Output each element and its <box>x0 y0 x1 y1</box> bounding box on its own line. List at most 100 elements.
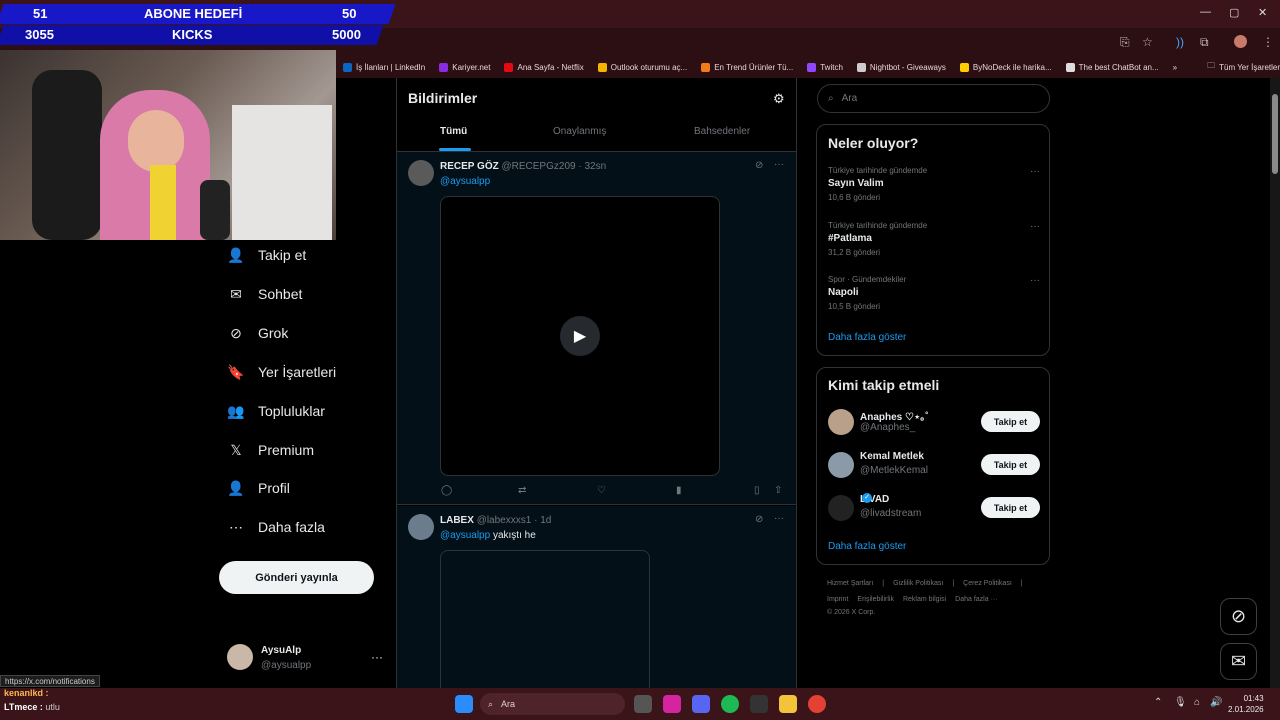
footer-link[interactable]: Gizlilik Politikası <box>893 580 943 587</box>
bookmark-item[interactable]: Twitch <box>800 62 850 72</box>
bookmark-item[interactable]: En Trend Ürünler Tü... <box>694 62 800 72</box>
follow-suggestion[interactable]: Kemal Metlek @MetlekKemal Takip et <box>828 450 1040 480</box>
obs-icon[interactable] <box>750 695 768 713</box>
nav-item[interactable]: 𝕏 Premium <box>228 442 314 459</box>
tray-chevron-icon[interactable]: ⌃ <box>1154 697 1162 708</box>
network-icon[interactable]: ⌂ <box>1194 697 1200 708</box>
reply-icon[interactable]: ◯ <box>441 485 452 496</box>
account-name[interactable]: AysuAlp <box>261 645 301 656</box>
footer-link[interactable]: Hizmet Şartları <box>827 580 873 587</box>
follow-button[interactable]: Takip et <box>981 454 1040 475</box>
footer-link[interactable]: Daha fazla ··· <box>955 596 997 603</box>
suggestion-name[interactable]: Anaphes ♡⋆｡˚ <box>860 408 929 423</box>
follow-button[interactable]: Takip et <box>981 497 1040 518</box>
trends-show-more[interactable]: Daha fazla göster <box>828 332 906 343</box>
tweet-avatar[interactable] <box>408 514 434 540</box>
tweet-author[interactable]: LABEX <box>440 515 474 526</box>
suggestion-avatar[interactable] <box>828 409 854 435</box>
tweet-card[interactable]: RECEP GÖZ @RECEPGz209 · 32sn ⊘ ··· @aysu… <box>397 152 796 505</box>
file-explorer-icon[interactable] <box>779 695 797 713</box>
maximize-icon[interactable]: ▢ <box>1229 6 1239 19</box>
suggestion-name[interactable]: Kemal Metlek <box>860 451 924 462</box>
tweet-author[interactable]: RECEP GÖZ <box>440 161 499 172</box>
tweet-mention[interactable]: @aysualpp <box>440 176 490 187</box>
discord-icon[interactable] <box>692 695 710 713</box>
trend-more-icon[interactable]: ··· <box>1030 221 1040 232</box>
bookmark-item[interactable]: ByNoDeck ile harika... <box>953 62 1059 72</box>
grok-small-icon[interactable]: ⊘ <box>755 160 763 171</box>
trend-item[interactable]: Spor · Gündemdekiler Napoli 10,5 B gönderi… <box>828 275 1040 311</box>
tab-all[interactable]: Tümü <box>440 126 467 137</box>
minimize-icon[interactable]: — <box>1200 6 1211 18</box>
share-icon[interactable]: ⇧ <box>774 485 782 496</box>
tweet-avatar[interactable] <box>408 160 434 186</box>
grok-small-icon[interactable]: ⊘ <box>755 514 763 525</box>
follow-button[interactable]: Takip et <box>981 411 1040 432</box>
tweet-more-icon[interactable]: ··· <box>774 159 784 170</box>
install-icon[interactable]: ⎘ <box>1120 35 1130 50</box>
nav-item[interactable]: 👤 Takip et <box>227 247 306 264</box>
bookmark-item[interactable]: Kariyer.net <box>432 62 497 72</box>
volume-icon[interactable]: 🔊 <box>1210 697 1222 708</box>
trend-item[interactable]: Türkiye tarihinde gündemde #Patlama 31,2 B… <box>828 221 1040 257</box>
account-avatar[interactable] <box>227 644 253 670</box>
search-input[interactable]: Ara <box>842 93 858 104</box>
extension-icon[interactable]: )) <box>1176 35 1184 49</box>
like-icon[interactable]: ♡ <box>597 485 606 496</box>
bookmark-item[interactable]: The best ChatBot an... <box>1059 62 1166 72</box>
tab-verified[interactable]: Onaylanmış <box>553 126 606 137</box>
settings-gear-icon[interactable]: ⚙ <box>773 91 785 107</box>
task-view-icon[interactable] <box>634 695 652 713</box>
all-bookmarks-button[interactable]: 🗀 Tüm Yer İşaretleri <box>1200 60 1280 74</box>
suggestion-avatar[interactable] <box>828 452 854 478</box>
close-icon[interactable]: ✕ <box>1258 6 1267 19</box>
nav-item[interactable]: 👥 Topluluklar <box>227 403 325 420</box>
windows-start-icon[interactable] <box>455 695 473 713</box>
chrome-icon[interactable] <box>808 695 826 713</box>
menu-icon[interactable]: ⋮ <box>1262 35 1274 49</box>
tweet-more-icon[interactable]: ··· <box>774 513 784 524</box>
nav-item[interactable]: 👤 Profil <box>227 480 290 497</box>
footer-link[interactable]: Erişilebilirlik <box>857 596 894 603</box>
bookmarks-overflow-icon[interactable]: » <box>1166 63 1184 72</box>
bookmark-item[interactable]: Nightbot - Giveaways <box>850 62 953 72</box>
media-image[interactable] <box>440 550 650 688</box>
search-bar[interactable]: ⌕ Ara <box>817 84 1050 113</box>
footer-link[interactable]: Çerez Politikası <box>963 580 1012 587</box>
taskbar-clock[interactable]: 01:43 2.01.2026 <box>1228 693 1264 715</box>
nav-item[interactable]: ⊘ Grok <box>228 325 288 342</box>
bookmark-item[interactable]: Outlook oturumu aç... <box>591 62 694 72</box>
trend-item[interactable]: Türkiye tarihinde gündemde Sayın Valim 10,… <box>828 166 1040 202</box>
taskbar-search[interactable]: ⌕ Ara <box>480 693 625 715</box>
follow-suggestion[interactable]: LIVAD @livadstream Takip et ✓ <box>828 493 1040 523</box>
spotify-icon[interactable] <box>721 695 739 713</box>
nav-item[interactable]: ✉ Sohbet <box>228 286 302 303</box>
play-icon[interactable]: ▶ <box>560 316 600 356</box>
suggestion-avatar[interactable] <box>828 495 854 521</box>
trend-more-icon[interactable]: ··· <box>1030 166 1040 177</box>
views-icon[interactable]: ▮ <box>676 485 682 496</box>
bookmark-item[interactable]: Ana Sayfa - Netflix <box>497 62 590 72</box>
mic-icon[interactable]: 🎙 <box>1174 697 1187 708</box>
footer-link[interactable]: Reklam bilgisi <box>903 596 946 603</box>
nav-item[interactable]: ⋯ Daha fazla <box>228 519 325 536</box>
messages-fab-icon[interactable]: ✉ <box>1220 643 1257 680</box>
follow-suggestion[interactable]: Anaphes ♡⋆｡˚ @Anaphes_ Takip et <box>828 407 1040 437</box>
account-menu-icon[interactable]: ··· <box>371 650 383 664</box>
video-player[interactable]: ▶ <box>440 196 720 476</box>
tweet-card[interactable]: LABEX @labexxxs1 · 1d ⊘ ··· @aysualpp ya… <box>397 506 796 688</box>
tweet-mention[interactable]: @aysualpp <box>440 530 490 541</box>
grok-fab-icon[interactable]: ⊘ <box>1220 598 1257 635</box>
star-icon[interactable]: ☆ <box>1142 35 1153 49</box>
profile-avatar-icon[interactable] <box>1234 35 1247 48</box>
instagram-icon[interactable] <box>663 695 681 713</box>
tab-mentions[interactable]: Bahsedenler <box>694 126 750 137</box>
post-button[interactable]: Gönderi yayınla <box>219 561 374 594</box>
scrollbar-thumb[interactable] <box>1272 94 1278 174</box>
puzzle-icon[interactable]: ⧉ <box>1200 35 1209 50</box>
footer-link[interactable]: Imprint <box>827 596 848 603</box>
bookmark-item[interactable]: İş İlanları | LinkedIn <box>336 62 432 72</box>
bookmark-tweet-icon[interactable]: ▯ <box>754 485 760 496</box>
who-to-follow-show-more[interactable]: Daha fazla göster <box>828 541 906 552</box>
nav-item[interactable]: 🔖 Yer İşaretleri <box>227 364 336 381</box>
